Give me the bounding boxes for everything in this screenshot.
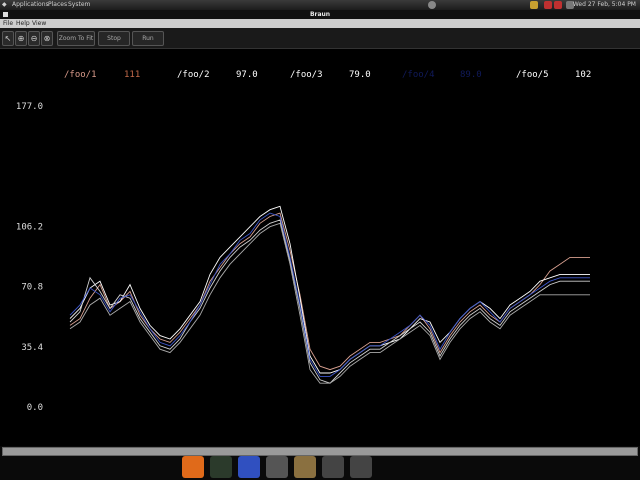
legend-value-4: 89.0 (460, 70, 482, 80)
bottom-panel (0, 446, 640, 480)
y-axis-ticks: 177.0 106.2 70.8 35.4 0.0 (16, 102, 43, 413)
legend-name-4: /foo/4 (402, 70, 435, 80)
alert-icon[interactable] (544, 1, 552, 9)
series-line-4 (69, 212, 590, 377)
zoom-out-icon[interactable]: ⊖ (28, 31, 40, 46)
network-icon[interactable] (238, 456, 260, 478)
window-menu-icon[interactable] (3, 12, 8, 17)
menu-file[interactable]: File (3, 19, 13, 28)
run-button[interactable]: Run (132, 31, 164, 46)
window-icon[interactable] (322, 456, 344, 478)
zoom-reset-icon[interactable]: ⊗ (41, 31, 53, 46)
launcher-icon[interactable] (428, 1, 436, 9)
alert-icon-2[interactable] (554, 1, 562, 9)
legend-name-2: /foo/2 (177, 70, 210, 80)
menu-bar: File Help View (0, 19, 640, 28)
menu-help[interactable]: Help (16, 19, 30, 28)
panel-menu-system[interactable]: System (68, 0, 90, 10)
zoom-to-fit-button[interactable]: Zoom To Fit (57, 31, 95, 46)
legend-value-5: 102 (575, 70, 591, 80)
series-line-3 (69, 219, 590, 384)
legend-value-2: 97.0 (236, 70, 258, 80)
legend-value-1: 111 (124, 70, 140, 80)
clock[interactable]: Wed 27 Feb, 5:04 PM (573, 0, 636, 10)
media-icon[interactable] (294, 456, 316, 478)
menu-view[interactable]: View (32, 19, 46, 28)
toolbar: ↖ ⊕ ⊖ ⊗ Zoom To Fit Stop Run (0, 28, 640, 49)
panel-menu-applications[interactable]: Applications (12, 0, 49, 10)
window-icon-2[interactable] (350, 456, 372, 478)
series-line-2 (69, 205, 590, 374)
legend-name-1: /foo/1 (64, 70, 97, 80)
y-tick-label: 0.0 (27, 403, 43, 413)
series-line-1 (69, 212, 590, 371)
panel-logo-icon[interactable]: ◆ (2, 0, 7, 10)
y-tick-label: 177.0 (16, 102, 43, 112)
zoom-in-icon[interactable]: ⊕ (15, 31, 27, 46)
pointer-tool-icon[interactable]: ↖ (2, 31, 14, 46)
window-title: Braun (309, 11, 331, 18)
legend-name-5: /foo/5 (516, 70, 549, 80)
settings-icon[interactable] (266, 456, 288, 478)
stop-button[interactable]: Stop (98, 31, 130, 46)
legend: /foo/1 111/foo/2 97.0/foo/3 79.0/foo/4 89.0 /… (64, 70, 591, 80)
notes-icon[interactable] (530, 1, 538, 9)
firefox-icon[interactable] (182, 456, 204, 478)
legend-name-3: /foo/3 (290, 70, 323, 80)
panel-menu-places[interactable]: Places (48, 0, 67, 10)
window-titlebar[interactable]: Braun (0, 10, 640, 19)
y-tick-label: 70.8 (21, 283, 43, 293)
y-tick-label: 106.2 (16, 222, 43, 232)
top-panel: ◆ Applications Places System Wed 27 Feb,… (0, 0, 640, 10)
plot-area[interactable]: /foo/1 111/foo/2 97.0/foo/3 79.0/foo/4 89.0 /… (0, 48, 640, 446)
y-tick-label: 35.4 (21, 343, 43, 353)
horizontal-scrollbar[interactable] (2, 447, 638, 456)
terminal-icon[interactable] (210, 456, 232, 478)
series-lines (69, 205, 590, 384)
legend-value-3: 79.0 (349, 70, 371, 80)
